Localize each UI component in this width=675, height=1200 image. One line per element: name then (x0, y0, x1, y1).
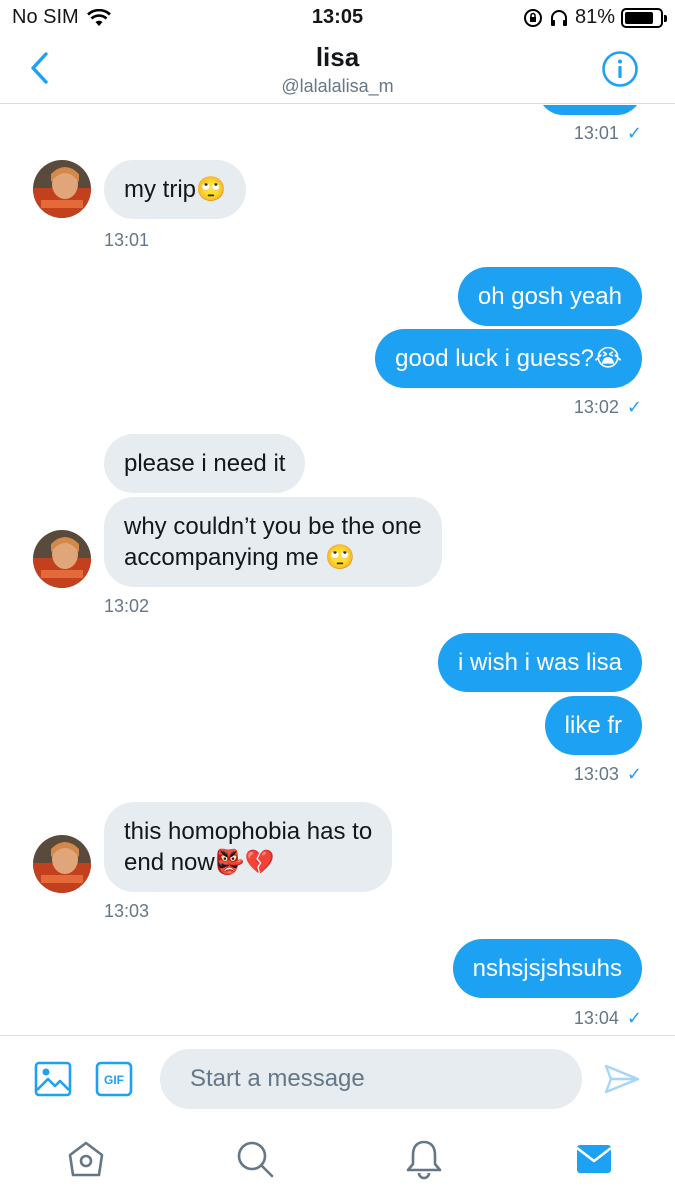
message-bubble-partial[interactable] (538, 105, 642, 115)
message-timestamp: 13:01 (104, 230, 150, 250)
message-timestamp: 13:03 ✓ (573, 764, 642, 784)
tab-home[interactable] (64, 1137, 108, 1181)
gif-label: GIF (104, 1073, 124, 1087)
contact-name[interactable]: lisa (0, 42, 675, 73)
contact-avatar[interactable] (33, 160, 91, 218)
conversation-header: lisa @lalalalisa_m (0, 36, 675, 104)
message-composer: GIF (0, 1035, 675, 1123)
contact-avatar[interactable] (33, 530, 91, 588)
message-timestamp: 13:02 (104, 596, 150, 616)
message-input[interactable] (160, 1049, 582, 1109)
contact-avatar[interactable] (33, 835, 91, 893)
read-checkmark-icon: ✓ (626, 1008, 642, 1028)
add-gif-button[interactable]: GIF (95, 1060, 133, 1103)
bottom-tab-bar (0, 1123, 675, 1200)
gif-icon: GIF (95, 1061, 133, 1097)
message-bubble-incoming[interactable]: this homophobia has to end now👺💔 (104, 802, 393, 892)
send-button[interactable] (603, 1060, 641, 1103)
home-icon (68, 1141, 104, 1177)
message-timestamp: 13:02 ✓ (573, 397, 642, 417)
message-bubble-outgoing[interactable]: nshsjsjshsuhs (452, 939, 642, 998)
read-checkmark-icon: ✓ (626, 764, 642, 784)
add-image-button[interactable] (34, 1060, 72, 1103)
image-icon (34, 1061, 72, 1097)
info-icon (602, 51, 638, 87)
battery-icon (621, 7, 667, 28)
send-icon (604, 1064, 640, 1094)
message-timestamp: 13:03 (104, 901, 150, 921)
status-bar: No SIM 13:05 81% (0, 0, 675, 36)
message-bubble-incoming[interactable]: please i need it (104, 434, 306, 493)
read-checkmark-icon: ✓ (626, 397, 642, 417)
search-icon (237, 1141, 274, 1178)
message-bubble-outgoing[interactable]: like fr (544, 696, 642, 755)
headphones-icon (550, 9, 567, 26)
message-bubble-outgoing[interactable]: i wish i was lisa (437, 633, 642, 692)
read-checkmark-icon: ✓ (626, 123, 642, 143)
bell-icon (406, 1140, 442, 1180)
battery-level (625, 11, 653, 24)
message-thread[interactable]: 13:01 ✓ my trip🙄 13:01 oh gosh yeah good … (0, 105, 675, 1035)
message-bubble-incoming[interactable]: my trip🙄 (104, 160, 246, 219)
status-right: 81% (523, 6, 667, 29)
message-timestamp: 13:04 ✓ (573, 1008, 642, 1028)
contact-handle: @lalalalisa_m (281, 76, 394, 96)
message-bubble-incoming[interactable]: why couldn’t you be the one accompanying… (104, 497, 442, 587)
rotation-lock-icon (523, 8, 542, 27)
tab-messages[interactable] (572, 1137, 616, 1181)
message-timestamp: 13:01 ✓ (573, 123, 642, 143)
info-button[interactable] (601, 50, 639, 88)
battery-percent: 81% (574, 6, 615, 28)
message-bubble-outgoing[interactable]: good luck i guess?😭 (375, 329, 642, 388)
tab-notifications[interactable] (402, 1137, 446, 1181)
tab-search[interactable] (233, 1137, 277, 1181)
mail-icon (576, 1145, 612, 1173)
message-bubble-outgoing[interactable]: oh gosh yeah (457, 267, 642, 326)
